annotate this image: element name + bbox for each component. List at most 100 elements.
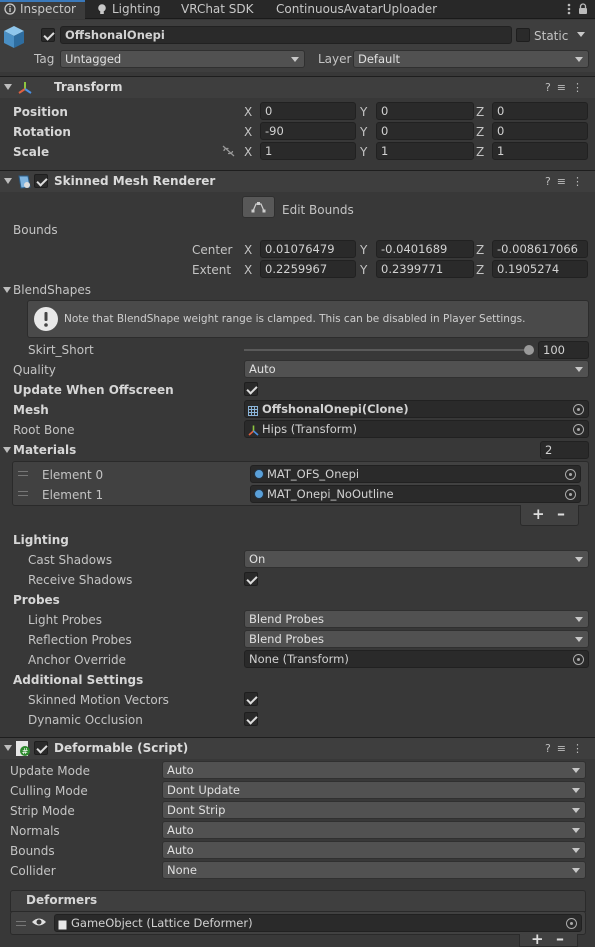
mesh-field[interactable]: OffshonalOnepi(Clone) <box>244 400 589 418</box>
dropdown-value: Dont Strip <box>167 803 226 817</box>
active-checkbox[interactable] <box>41 28 55 42</box>
axis-x-label: X <box>244 105 253 119</box>
info-icon <box>33 306 59 332</box>
object-picker-icon[interactable] <box>565 469 576 480</box>
object-picker-icon[interactable] <box>565 489 576 500</box>
scale-z-field[interactable]: 1 <box>492 142 588 160</box>
kebab-menu-icon[interactable] <box>567 3 571 15</box>
remove-element-button[interactable]: – <box>557 504 565 523</box>
drag-handle-icon[interactable] <box>18 491 28 496</box>
drag-handle-icon[interactable] <box>16 921 26 926</box>
update-offscreen-checkbox[interactable] <box>244 382 258 396</box>
receive-shadows-checkbox[interactable] <box>244 572 258 586</box>
lock-icon[interactable] <box>577 3 589 15</box>
add-deformer-button[interactable]: + <box>531 930 544 947</box>
deformable-culling-mode-label: Culling Mode <box>10 784 88 798</box>
position-label: Position <box>13 105 68 119</box>
deformable-culling-mode-dropdown[interactable]: Dont Update <box>162 781 586 799</box>
rotation-y-field[interactable]: 0 <box>376 122 474 140</box>
info-icon <box>4 3 16 15</box>
deformable-update-mode-dropdown[interactable]: Auto <box>162 761 586 779</box>
deformable-header[interactable]: # Deformable (Script) ?≡⋮ <box>0 737 595 759</box>
root-bone-label: Root Bone <box>13 423 75 437</box>
object-picker-icon[interactable] <box>566 918 577 929</box>
deformable-collider-dropdown[interactable]: None <box>162 861 586 879</box>
material-field[interactable]: MAT_Onepi_NoOutline <box>250 485 581 503</box>
object-name-field[interactable]: OffshonalOnepi <box>60 26 512 44</box>
extent-y-field[interactable]: 0.2399771 <box>376 260 474 278</box>
fold-arrow-icon[interactable] <box>4 178 12 184</box>
axis-z-label: Z <box>476 243 485 257</box>
material-field[interactable]: MAT_OFS_Onepi <box>250 465 581 483</box>
tab-lighting[interactable]: Lighting <box>92 0 172 19</box>
extent-z-field[interactable]: 0.1905274 <box>492 260 588 278</box>
eye-icon[interactable] <box>31 916 47 928</box>
rotation-z-field[interactable]: 0 <box>492 122 588 140</box>
component-menu-icons[interactable]: ?≡⋮ <box>545 742 589 755</box>
materials-label: Materials <box>13 443 77 457</box>
deformers-list-footer: + – <box>519 929 578 947</box>
object-picker-icon[interactable] <box>573 404 584 415</box>
tab-vrchat-sdk[interactable]: VRChat SDK <box>177 0 267 19</box>
transform-title: Transform <box>54 80 123 94</box>
deformer-value: GameObject (Lattice Deformer) <box>71 916 253 930</box>
deformable-bounds-dropdown[interactable]: Auto <box>162 841 586 859</box>
quality-dropdown[interactable]: Auto <box>244 360 589 378</box>
skinned-mesh-renderer-header[interactable]: Skinned Mesh Renderer ?≡⋮ <box>0 170 595 192</box>
remove-deformer-button[interactable]: – <box>556 929 564 947</box>
object-picker-icon[interactable] <box>573 654 584 665</box>
center-x-field[interactable]: 0.01076479 <box>260 240 356 258</box>
tab-inspector[interactable]: Inspector <box>0 0 85 19</box>
dynamic-occlusion-checkbox[interactable] <box>244 712 258 726</box>
deformable-bounds-label: Bounds <box>10 844 55 858</box>
position-z-field[interactable]: 0 <box>492 102 588 120</box>
axis-y-label: Y <box>360 125 368 139</box>
skirt-short-value[interactable]: 100 <box>538 341 589 359</box>
center-z-field[interactable]: -0.008617066 <box>492 240 588 258</box>
component-menu-icons[interactable]: ?≡⋮ <box>545 175 589 188</box>
component-menu-icons[interactable]: ?≡⋮ <box>545 81 589 94</box>
skirt-short-slider-thumb[interactable] <box>524 345 534 355</box>
deformer-field[interactable]: GameObject (Lattice Deformer) <box>54 914 582 932</box>
materials-fold-icon[interactable] <box>3 447 11 453</box>
scale-y-field[interactable]: 1 <box>376 142 474 160</box>
layer-dropdown[interactable]: Default <box>353 50 589 68</box>
quality-label: Quality <box>13 363 56 377</box>
tag-dropdown[interactable]: Untagged <box>60 50 305 68</box>
materials-count[interactable]: 2 <box>540 441 589 459</box>
center-y-field[interactable]: -0.0401689 <box>376 240 474 258</box>
drag-handle-icon[interactable] <box>18 471 28 476</box>
deformable-normals-dropdown[interactable]: Auto <box>162 821 586 839</box>
position-x-field[interactable]: 0 <box>260 102 356 120</box>
blendshapes-fold-icon[interactable] <box>3 287 11 293</box>
axis-y-label: Y <box>360 145 368 159</box>
constrain-proportions-icon[interactable] <box>222 145 235 157</box>
deformable-strip-mode-dropdown[interactable]: Dont Strip <box>162 801 586 819</box>
transform-header[interactable]: Transform ?≡⋮ <box>0 76 595 98</box>
root-bone-field[interactable]: Hips (Transform) <box>244 420 589 438</box>
static-label: Static <box>534 29 569 43</box>
object-picker-icon[interactable] <box>573 424 584 435</box>
fold-arrow-icon[interactable] <box>4 84 12 90</box>
chevron-down-icon <box>575 57 583 62</box>
static-checkbox[interactable] <box>516 28 530 42</box>
skirt-short-slider-track[interactable] <box>244 349 529 351</box>
anchor-override-field[interactable]: None (Transform) <box>244 650 589 668</box>
add-element-button[interactable]: + <box>532 505 545 523</box>
reflection-probes-dropdown[interactable]: Blend Probes <box>244 630 589 648</box>
light-probes-dropdown[interactable]: Blend Probes <box>244 610 589 628</box>
extent-x-field[interactable]: 0.2259967 <box>260 260 356 278</box>
tab-continuous-avatar-uploader[interactable]: ContinuousAvatarUploader <box>272 0 442 19</box>
fold-arrow-icon[interactable] <box>4 745 12 751</box>
cast-shadows-dropdown[interactable]: On <box>244 550 589 568</box>
skinned-motion-vectors-checkbox[interactable] <box>244 692 258 706</box>
deformable-collider-label: Collider <box>10 864 56 878</box>
deformable-normals-label: Normals <box>10 824 60 838</box>
edit-bounds-button[interactable] <box>242 196 275 218</box>
deformable-enabled-checkbox[interactable] <box>34 741 48 755</box>
scale-x-field[interactable]: 1 <box>260 142 356 160</box>
position-y-field[interactable]: 0 <box>376 102 474 120</box>
dropdown-value: None <box>167 863 198 877</box>
rotation-x-field[interactable]: -90 <box>260 122 356 140</box>
skinned-mesh-enabled-checkbox[interactable] <box>34 174 48 188</box>
